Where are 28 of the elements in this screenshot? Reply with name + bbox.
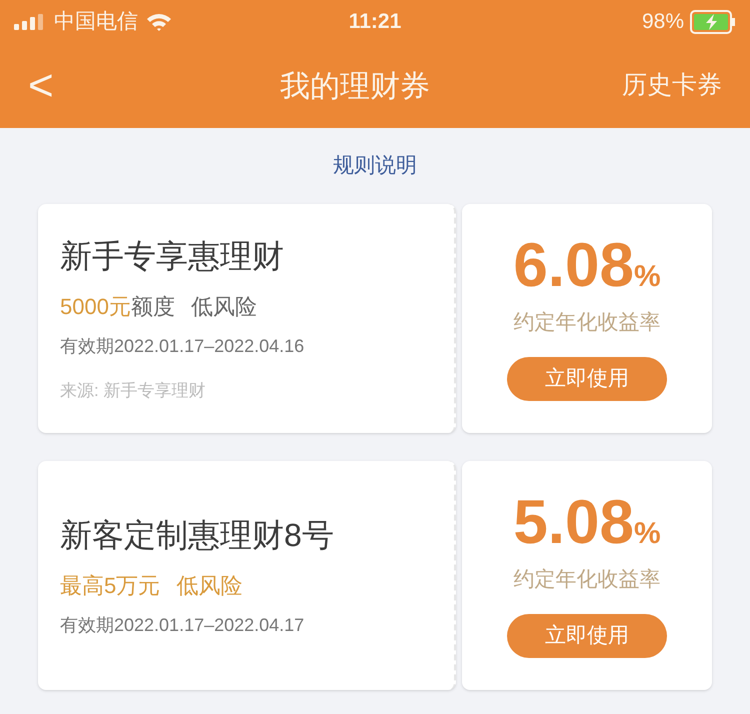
history-coupons-link[interactable]: 历史卡券 xyxy=(622,67,722,105)
percent-sign: % xyxy=(634,519,661,550)
coupon-title: 新客定制惠理财8号 xyxy=(60,516,335,555)
use-now-button[interactable]: 立即使用 xyxy=(507,614,667,658)
rate-value: 6.08 xyxy=(513,235,634,298)
validity-period: 有效期2022.01.17–2022.04.17 xyxy=(60,614,306,637)
wifi-icon xyxy=(146,12,172,32)
rules-link[interactable]: 规则说明 xyxy=(333,154,417,177)
use-now-button[interactable]: 立即使用 xyxy=(507,356,667,401)
carrier-name: 中国电信 xyxy=(54,9,138,36)
coupon-source: 来源: 新手专享理财 xyxy=(60,380,206,402)
battery-percent: 98% xyxy=(642,9,684,36)
rate-label: 约定年化收益率 xyxy=(514,310,660,336)
coupon-tag: 额度 xyxy=(130,290,175,324)
coupon-tag: 低风险 xyxy=(190,290,257,324)
rate-label: 约定年化收益率 xyxy=(514,567,660,594)
battery-icon xyxy=(690,10,736,34)
clock-time: 11:21 xyxy=(348,10,402,34)
coupon-tag: 低风险 xyxy=(176,569,242,602)
page-title: 我的理财券 xyxy=(280,70,430,102)
signal-icon xyxy=(14,14,46,30)
coupon-tag: 最高5万元 xyxy=(60,569,160,602)
rate-value: 5.08 xyxy=(513,492,634,554)
coupon-title: 新手专享惠理财 xyxy=(60,237,285,276)
coupon-tag: 5000元 xyxy=(60,290,131,324)
validity-period: 有效期2022.01.17–2022.04.16 xyxy=(60,335,306,358)
back-button[interactable]: < xyxy=(28,64,88,108)
percent-sign: % xyxy=(634,262,661,292)
